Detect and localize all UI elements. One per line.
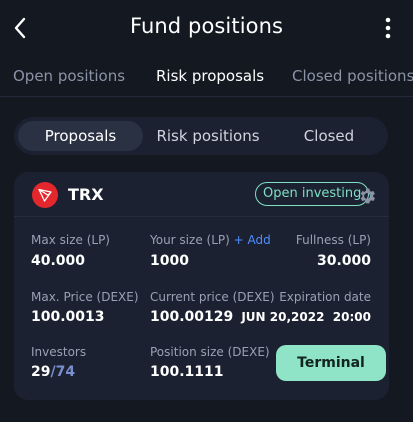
top-tabs: Open positions Risk proposals Closed pos…: [0, 56, 413, 97]
expiration-label: Expiration date: [279, 290, 371, 304]
tron-logo-icon: [32, 182, 58, 208]
terminal-button[interactable]: Terminal: [276, 345, 386, 381]
fullness-label: Fullness (LP): [295, 233, 371, 247]
investors-current: 29: [31, 364, 51, 380]
current-price-label: Current price (DEXE): [150, 290, 275, 304]
investors-total: 74: [55, 364, 76, 380]
tab-open-positions[interactable]: Open positions: [13, 67, 125, 85]
expiration-value: JUN 20,2022 20:00: [241, 310, 371, 324]
card-header: TRX Open investing: [14, 172, 389, 217]
segment-closed[interactable]: Closed: [274, 121, 384, 151]
proposal-card[interactable]: TRX Open investing Max size (LP) 40.000 …: [14, 172, 389, 400]
add-size-link[interactable]: + Add: [234, 233, 271, 247]
position-size-value: 100.1111: [150, 364, 224, 380]
max-price-label: Max. Price (DEXE): [31, 290, 139, 304]
position-size-label: Position size (DEXE): [150, 345, 270, 359]
token-name: TRX: [68, 185, 104, 204]
gear-icon[interactable]: [357, 186, 377, 206]
tab-risk-proposals[interactable]: Risk proposals: [156, 67, 264, 85]
segment-control: Proposals Risk positions Closed: [14, 117, 388, 155]
current-price-value: 100.00129: [150, 309, 234, 325]
max-size-label: Max size (LP): [31, 233, 110, 247]
segment-proposals[interactable]: Proposals: [18, 121, 143, 151]
expiration-time: 20:00: [332, 310, 371, 324]
max-price-value: 100.0013: [31, 309, 105, 325]
your-size-label-group: Your size (LP) + Add: [150, 233, 271, 247]
app-header: Fund positions: [0, 0, 413, 56]
fullness-value: 30.000: [316, 253, 371, 269]
page-title: Fund positions: [129, 14, 284, 38]
investors-label: Investors: [31, 345, 87, 359]
max-size-value: 40.000: [31, 253, 86, 269]
status-badge: Open investing: [255, 182, 370, 206]
investors-value: 29/74: [31, 364, 75, 380]
tab-closed-positions[interactable]: Closed positions: [292, 67, 413, 85]
more-menu-button[interactable]: [375, 14, 401, 42]
segment-risk-positions[interactable]: Risk positions: [146, 121, 270, 151]
expiration-date: JUN 20,2022: [241, 310, 325, 324]
your-size-label: Your size (LP): [150, 233, 230, 247]
your-size-value: 1000: [150, 253, 189, 269]
kebab-menu-icon: [385, 17, 391, 39]
